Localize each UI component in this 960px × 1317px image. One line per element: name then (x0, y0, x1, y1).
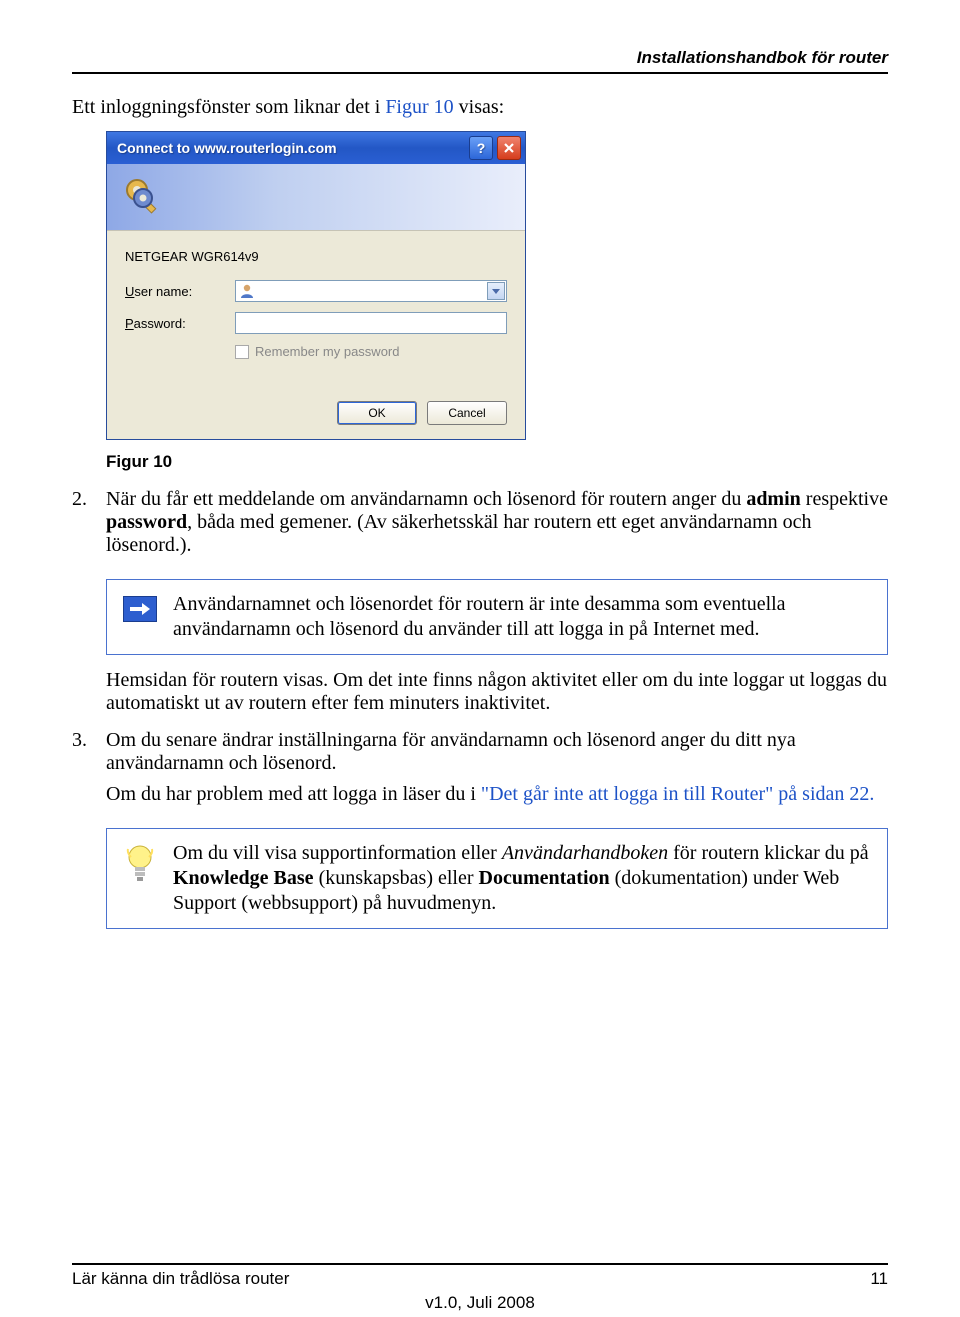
username-row: User name: (125, 280, 507, 302)
list-item-2: 2. När du får ett meddelande om användar… (72, 488, 888, 565)
page-footer: Lär känna din trådlösa router 11 v1.0, J… (72, 1263, 888, 1289)
titlebar-text: Connect to www.routerlogin.com (117, 140, 465, 156)
note1-text: Användarnamnet och lösenordet för router… (173, 592, 871, 642)
chevron-down-icon (492, 289, 500, 294)
password-label: Password: (125, 316, 235, 331)
arrow-badge (123, 596, 157, 622)
remember-row: Remember my password (235, 344, 507, 359)
list-marker-2: 2. (72, 488, 106, 565)
note-box-tip: Om du vill visa supportinformation eller… (106, 828, 888, 929)
dialog-banner (107, 164, 525, 231)
item2-password: password (106, 511, 187, 533)
keys-icon (121, 174, 167, 220)
user-icon (239, 283, 255, 299)
list-item-3: 3. Om du senare ändrar inställningarna f… (72, 729, 888, 814)
list-marker-3: 3. (72, 729, 106, 814)
item3-p1: Om du senare ändrar inställningarna för … (106, 729, 888, 775)
footer-rule (72, 1263, 888, 1265)
username-input[interactable] (235, 280, 507, 302)
intro-line: Ett inloggningsfönster som liknar det i … (72, 96, 888, 119)
remember-label: Remember my password (255, 344, 400, 359)
note2-em: Användarhandboken (502, 842, 668, 864)
intro-before: Ett inloggningsfönster som liknar det i (72, 96, 385, 118)
footer-page-number: 11 (870, 1269, 888, 1289)
footer-left: Lär känna din trådlösa router (72, 1269, 289, 1289)
remember-checkbox[interactable] (235, 345, 249, 359)
ok-button[interactable]: OK (337, 401, 417, 425)
header-rule (72, 72, 888, 74)
item2-text-a: När du får ett meddelande om användarnam… (106, 488, 746, 510)
note2-b: för routern klickar du på (668, 842, 868, 864)
note2-kb: Knowledge Base (173, 867, 314, 889)
item3-p2a: Om du har problem med att logga in läser… (106, 783, 481, 805)
lightbulb-icon (123, 843, 157, 883)
help-icon: ? (477, 140, 486, 156)
after-note-paragraph: Hemsidan för routern visas. Om det inte … (106, 669, 888, 715)
intro-after: visas: (454, 96, 505, 118)
footer-version: v1.0, Juli 2008 (72, 1293, 888, 1313)
item2-admin: admin (746, 488, 800, 510)
titlebar: Connect to www.routerlogin.com ? (107, 132, 525, 164)
note2-text: Om du vill visa supportinformation eller… (173, 841, 871, 916)
password-input[interactable] (235, 312, 507, 334)
device-label: NETGEAR WGR614v9 (125, 249, 507, 264)
item2-text-c: , båda med gemener. (Av säkerhetsskäl ha… (106, 511, 812, 556)
dialog-body: NETGEAR WGR614v9 User name: Password: (107, 231, 525, 439)
login-problem-link[interactable]: "Det går inte att logga in till Router" … (481, 783, 874, 805)
item2-text-b: respektive (801, 488, 888, 510)
username-label: User name: (125, 284, 235, 299)
close-icon (503, 142, 515, 154)
note2-doc: Documentation (479, 867, 610, 889)
note2-a: Om du vill visa supportinformation eller (173, 842, 502, 864)
password-row: Password: (125, 312, 507, 334)
note-box-arrow: Användarnamnet och lösenordet för router… (106, 579, 888, 655)
page-header: Installationshandbok för router (72, 48, 888, 68)
close-button[interactable] (497, 136, 521, 160)
username-dropdown-button[interactable] (487, 282, 505, 300)
note2-c: (kunskapsbas) eller (314, 867, 479, 889)
dialog-button-row: OK Cancel (125, 401, 507, 425)
help-button[interactable]: ? (469, 136, 493, 160)
login-dialog: Connect to www.routerlogin.com ? NETGEAR… (106, 131, 526, 440)
cancel-button[interactable]: Cancel (427, 401, 507, 425)
arrow-right-icon (130, 602, 150, 616)
figure-caption: Figur 10 (106, 452, 888, 472)
intro-figure-ref[interactable]: Figur 10 (385, 96, 453, 118)
